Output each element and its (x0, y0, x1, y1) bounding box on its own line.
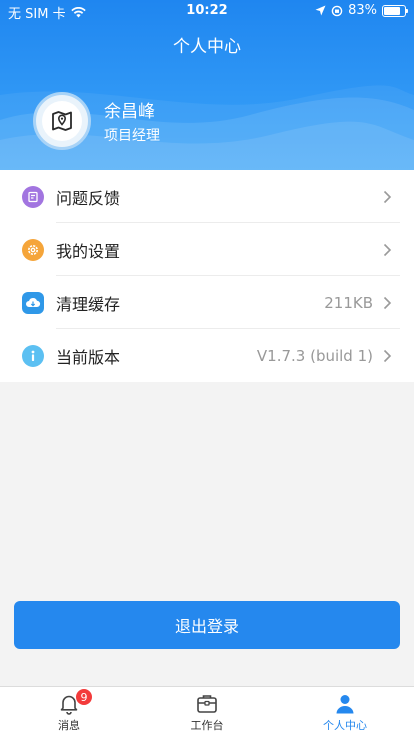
cloud-download-icon (22, 291, 44, 314)
chevron-right-icon (383, 348, 395, 364)
version-value: V1.7.3 (build 1) (256, 346, 373, 365)
tab-messages[interactable]: 9 消息 (0, 687, 138, 737)
toolbox-icon (197, 695, 217, 713)
tab-label: 个人中心 (323, 719, 367, 732)
chevron-right-icon (383, 295, 395, 311)
orientation-lock-icon (331, 5, 343, 16)
logout-button[interactable]: 退出登录 (14, 601, 400, 649)
info-icon (22, 344, 44, 367)
menu-item-clear-cache[interactable]: 清理缓存 211KB (0, 276, 414, 329)
person-icon (336, 695, 354, 714)
battery-percent: 83% (348, 3, 377, 18)
chevron-right-icon (383, 242, 395, 258)
location-arrow-icon (315, 5, 326, 16)
settings-menu: 问题反馈 我的设置 清理缓存 211KB 当前版本 V1.7.3 (build … (0, 170, 414, 382)
tab-label: 工作台 (190, 719, 224, 732)
battery-icon (382, 4, 408, 17)
profile-header: 无 SIM 卡 10:22 83% 个人中心 余昌峰 项目经理 (0, 0, 414, 170)
page-title: 个人中心 (173, 37, 241, 57)
status-bar: 无 SIM 卡 10:22 83% (0, 0, 414, 22)
menu-item-label: 我的设置 (56, 241, 121, 261)
menu-item-label: 清理缓存 (56, 294, 121, 314)
user-role: 项目经理 (104, 128, 160, 144)
tab-bar: 9 消息 工作台 个人中心 (0, 686, 414, 737)
feedback-icon (22, 185, 44, 208)
gear-icon (22, 238, 44, 261)
menu-item-feedback[interactable]: 问题反馈 (0, 170, 414, 223)
user-name: 余昌峰 (104, 102, 155, 122)
tab-workbench[interactable]: 工作台 (138, 687, 276, 737)
chevron-right-icon (383, 189, 395, 205)
tab-label: 消息 (58, 719, 80, 732)
avatar[interactable] (33, 92, 91, 150)
menu-item-settings[interactable]: 我的设置 (0, 223, 414, 276)
tab-profile[interactable]: 个人中心 (276, 687, 414, 737)
menu-item-label: 问题反馈 (56, 188, 121, 208)
unread-badge: 9 (76, 689, 92, 705)
map-pin-logo-icon (52, 111, 72, 131)
menu-item-version[interactable]: 当前版本 V1.7.3 (build 1) (0, 329, 414, 382)
cache-size-value: 211KB (324, 293, 373, 312)
menu-item-label: 当前版本 (56, 347, 121, 367)
